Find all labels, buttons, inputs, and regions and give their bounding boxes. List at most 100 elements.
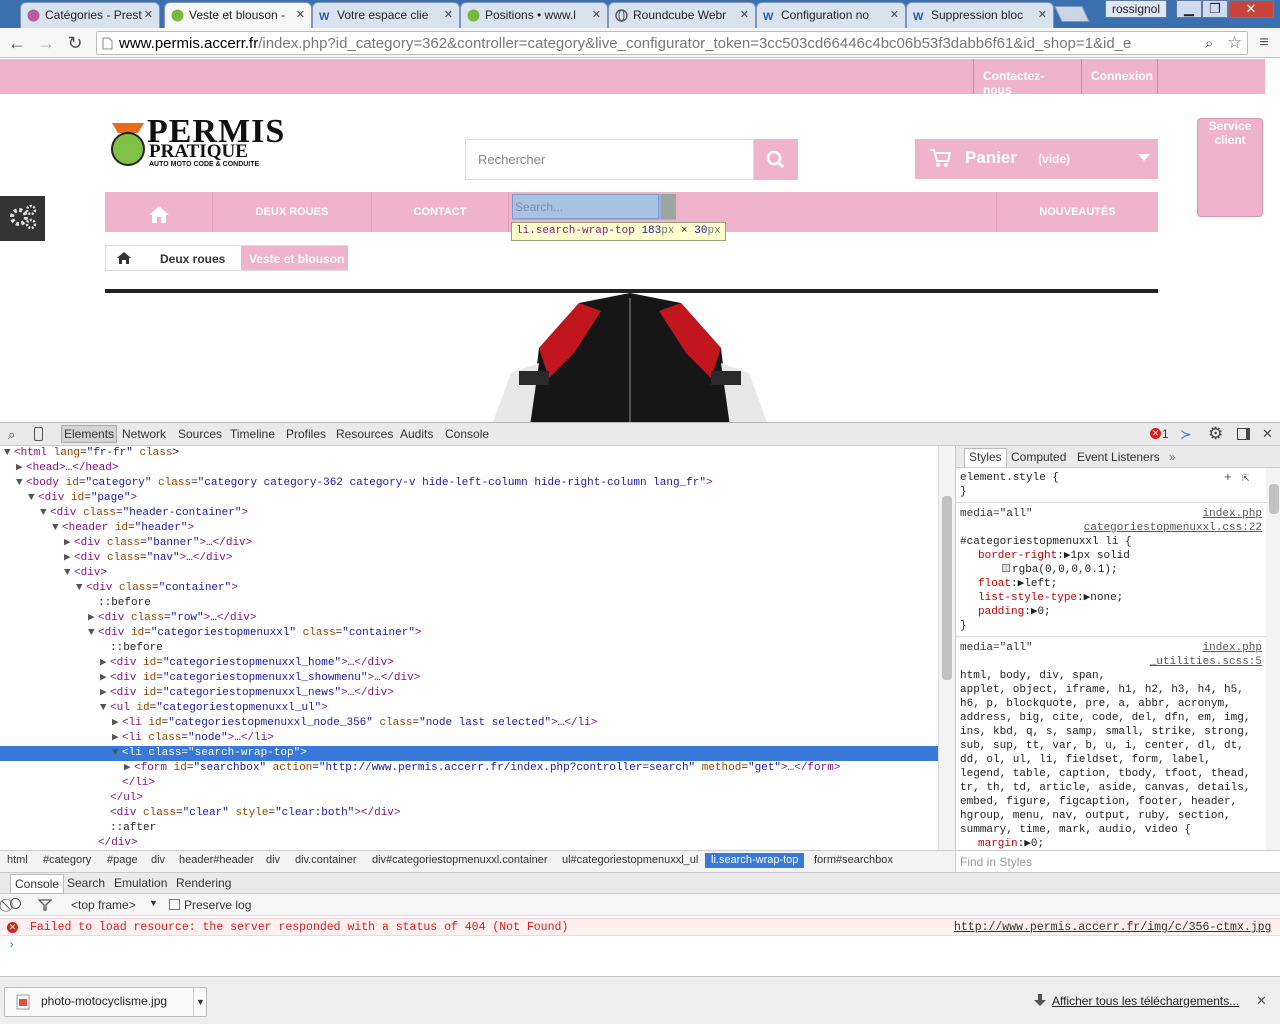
- collapse-triangle-icon[interactable]: ▶: [64, 536, 74, 551]
- drawer-tab-emulation[interactable]: Emulation: [114, 876, 167, 890]
- dom-node[interactable]: </li>: [0, 776, 938, 791]
- maximize-button[interactable]: ❐: [1202, 0, 1228, 18]
- expand-triangle-icon[interactable]: ▼: [88, 626, 98, 641]
- breadcrumb--page[interactable]: #page: [107, 854, 138, 866]
- dom-node[interactable]: <div class="clear" style="clear:both"></…: [0, 806, 938, 821]
- expand-triangle-icon[interactable]: ▼: [112, 746, 122, 761]
- close-icon[interactable]: ✕: [1038, 8, 1047, 21]
- frame-dropdown-icon[interactable]: ▼: [149, 898, 158, 908]
- show-all-downloads-link[interactable]: Afficher tous les téléchargements...: [1052, 994, 1239, 1008]
- find-in-styles-input[interactable]: Find in Styles: [955, 850, 1280, 872]
- close-downloads-icon[interactable]: ✕: [1256, 993, 1267, 1009]
- rule2-selector-line[interactable]: sub, sup, tt, var, b, u, i, center, dl, …: [960, 739, 1266, 753]
- search-input[interactable]: Rechercher: [465, 139, 754, 180]
- drawer-toggle-icon[interactable]: ≻: [1180, 426, 1192, 443]
- rule2-selector-line[interactable]: h6, p, blockquote, pre, a, abbr, acronym…: [960, 697, 1266, 711]
- css-property[interactable]: list-style-type:▶none;: [978, 591, 1280, 605]
- collapse-triangle-icon[interactable]: ▶: [88, 611, 98, 626]
- dom-node[interactable]: ▼ <div class="container">: [0, 581, 938, 596]
- menu-nouveautes[interactable]: NOUVEAUTÉS: [996, 192, 1158, 232]
- drawer-tab-console[interactable]: Console: [10, 874, 65, 894]
- rule2-source-link[interactable]: _utilities.scss:5: [960, 655, 1262, 669]
- dom-node[interactable]: ▶ <li id="categoriestopmenuxxl_node_356" …: [0, 716, 938, 731]
- tab-timeline[interactable]: Timeline: [230, 427, 275, 441]
- contact-link[interactable]: Contactez-nous: [973, 59, 1081, 97]
- error-icon[interactable]: ✕: [1150, 428, 1161, 439]
- dom-node[interactable]: ▶ <div id="categoriestopmenuxxl_showmenu"…: [0, 671, 938, 686]
- expand-triangle-icon[interactable]: ▼: [28, 491, 38, 506]
- dom-node[interactable]: ▶ <div class="row">…</div>: [0, 611, 938, 626]
- collapse-triangle-icon[interactable]: ▶: [100, 656, 110, 671]
- tab-computed[interactable]: Computed: [1011, 450, 1066, 464]
- css-property[interactable]: border-right:▶1px solid: [978, 549, 1280, 563]
- dom-node[interactable]: ▼ <body id="category" class="category cat…: [0, 476, 938, 491]
- dom-node[interactable]: ▼ <div>: [0, 566, 938, 581]
- breadcrumb-html[interactable]: html: [7, 854, 28, 866]
- dom-node[interactable]: ▶ <form id="searchbox" action="http://www…: [0, 761, 938, 776]
- drawer-tab-search[interactable]: Search: [67, 876, 105, 890]
- rule2-selector-line[interactable]: legend, table, caption, tbody, tfoot, th…: [960, 767, 1266, 781]
- close-devtools-icon[interactable]: ✕: [1262, 426, 1273, 442]
- console-prompt[interactable]: ›: [8, 938, 15, 952]
- star-bookmark-icon[interactable]: ☆: [1227, 33, 1242, 53]
- rule2-selector-line[interactable]: address, big, cite, code, del, dfn, em, …: [960, 711, 1266, 725]
- dom-node[interactable]: ▼ <ul id="categoriestopmenuxxl_ul">: [0, 701, 938, 716]
- expand-triangle-icon[interactable]: ▼: [64, 566, 74, 581]
- css-property[interactable]: margin:▶0;: [978, 837, 1280, 850]
- close-icon[interactable]: ✕: [592, 8, 601, 21]
- menu-search-button[interactable]: [661, 194, 676, 219]
- collapse-triangle-icon[interactable]: ▶: [124, 761, 134, 776]
- breadcrumb-ul-categoriestopmenuxxl-ul[interactable]: ul#categoriestopmenuxxl_ul: [562, 854, 698, 866]
- dom-node-selected[interactable]: ▼ <li class="search-wrap-top">: [0, 746, 938, 761]
- more-tabs-icon[interactable]: »: [1169, 450, 1176, 464]
- rule1-selector[interactable]: #categoriestopmenuxxl li {: [960, 535, 1266, 549]
- collapse-triangle-icon[interactable]: ▶: [112, 731, 122, 746]
- reload-button[interactable]: ↻: [64, 32, 86, 54]
- inspect-search-icon[interactable]: ⌕: [8, 427, 15, 443]
- tab-event-listeners[interactable]: Event Listeners: [1077, 450, 1160, 464]
- css-property[interactable]: float:▶left;: [978, 577, 1280, 591]
- rule2-file-link[interactable]: index.php: [960, 641, 1262, 655]
- rule2-selector-line[interactable]: html, body, div, span,: [960, 669, 1266, 683]
- expand-triangle-icon[interactable]: ▼: [4, 446, 14, 461]
- breadcrumb--category[interactable]: #category: [43, 854, 91, 866]
- filter-icon[interactable]: [38, 899, 52, 911]
- close-icon[interactable]: ✕: [740, 8, 749, 21]
- rule2-selector-line[interactable]: embed, figure, figcaption, footer, heade…: [960, 795, 1266, 809]
- rule2-selector-line[interactable]: applet, object, iframe, h1, h2, h3, h4, …: [960, 683, 1266, 697]
- breadcrumb-div-categoriestopmenuxxl-container[interactable]: div#categoriestopmenuxxl.container: [372, 854, 548, 866]
- dom-node[interactable]: </ul>: [0, 791, 938, 806]
- tab-roundcube[interactable]: Roundcube Webr ✕: [608, 2, 756, 28]
- expand-triangle-icon[interactable]: ▼: [52, 521, 62, 536]
- dom-node[interactable]: ▶ <div id="categoriestopmenuxxl_home">…</…: [0, 656, 938, 671]
- cart-block[interactable]: Panier (vide): [915, 139, 1158, 179]
- dom-node[interactable]: ▶ <div class="banner">…</div>: [0, 536, 938, 551]
- login-link[interactable]: Connexion: [1081, 59, 1158, 94]
- service-client-tab[interactable]: Service client: [1197, 118, 1263, 217]
- close-icon[interactable]: ✕: [144, 8, 153, 21]
- rule2-selector-line[interactable]: hgroup, menu, nav, output, ruby, section…: [960, 809, 1266, 823]
- menu-home[interactable]: [105, 192, 213, 232]
- dom-node[interactable]: ▼ <div id="page">: [0, 491, 938, 506]
- live-configurator-toggle[interactable]: [0, 196, 45, 241]
- tab-categories[interactable]: Catégories - Prest ✕: [20, 2, 160, 28]
- close-window-button[interactable]: ✕: [1228, 0, 1274, 18]
- drawer-tab-rendering[interactable]: Rendering: [176, 876, 231, 890]
- dom-node[interactable]: ▶ <head>…</head>: [0, 461, 938, 476]
- rule1-source-link[interactable]: categoriestopmenuxxl.css:22: [960, 521, 1262, 535]
- dom-node[interactable]: ▼ <div class="header-container">: [0, 506, 938, 521]
- dom-node[interactable]: ▼ <html lang="fr-fr" class>: [0, 446, 938, 461]
- element-style-rule[interactable]: element.style {: [960, 471, 1266, 485]
- dom-node[interactable]: ::after: [0, 821, 938, 836]
- search-icon[interactable]: ⌕: [1205, 35, 1213, 52]
- tab-espace-client[interactable]: W Votre espace clie ✕: [312, 2, 460, 28]
- tab-sources[interactable]: Sources: [178, 427, 222, 441]
- minimize-button[interactable]: ▁: [1176, 0, 1202, 18]
- back-button[interactable]: ←: [6, 32, 28, 54]
- tab-styles[interactable]: Styles: [964, 448, 1007, 467]
- toggle-state-icon[interactable]: ⇱: [1242, 470, 1249, 485]
- breadcrumb-div[interactable]: div: [266, 854, 280, 866]
- breadcrumb-li-search-wrap-top[interactable]: li.search-wrap-top: [705, 853, 805, 868]
- tab-veste-et-blouson[interactable]: Veste et blouson - ✕: [164, 2, 312, 28]
- collapse-triangle-icon[interactable]: ▶: [16, 461, 26, 476]
